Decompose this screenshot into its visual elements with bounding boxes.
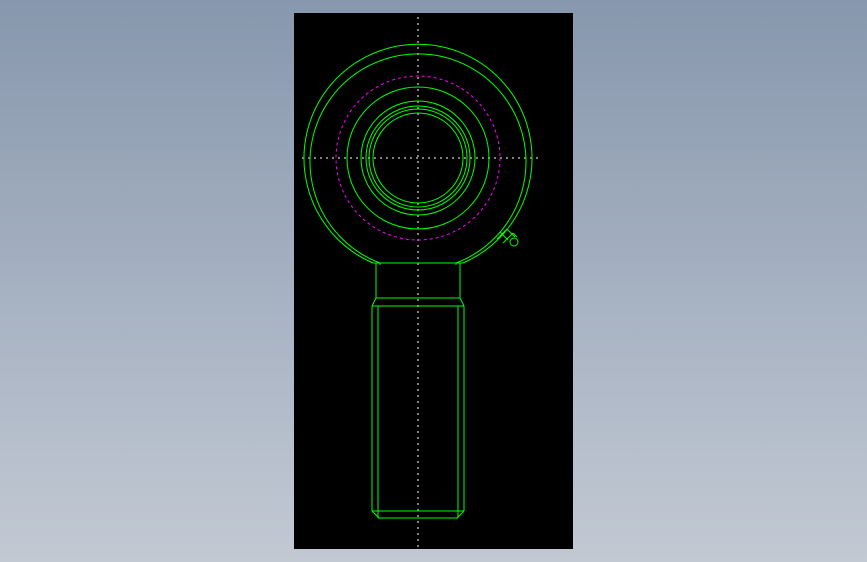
cad-viewport[interactable] xyxy=(294,13,573,549)
centerlines xyxy=(302,17,538,549)
rod-end-drawing xyxy=(302,17,538,549)
neck xyxy=(373,262,463,299)
